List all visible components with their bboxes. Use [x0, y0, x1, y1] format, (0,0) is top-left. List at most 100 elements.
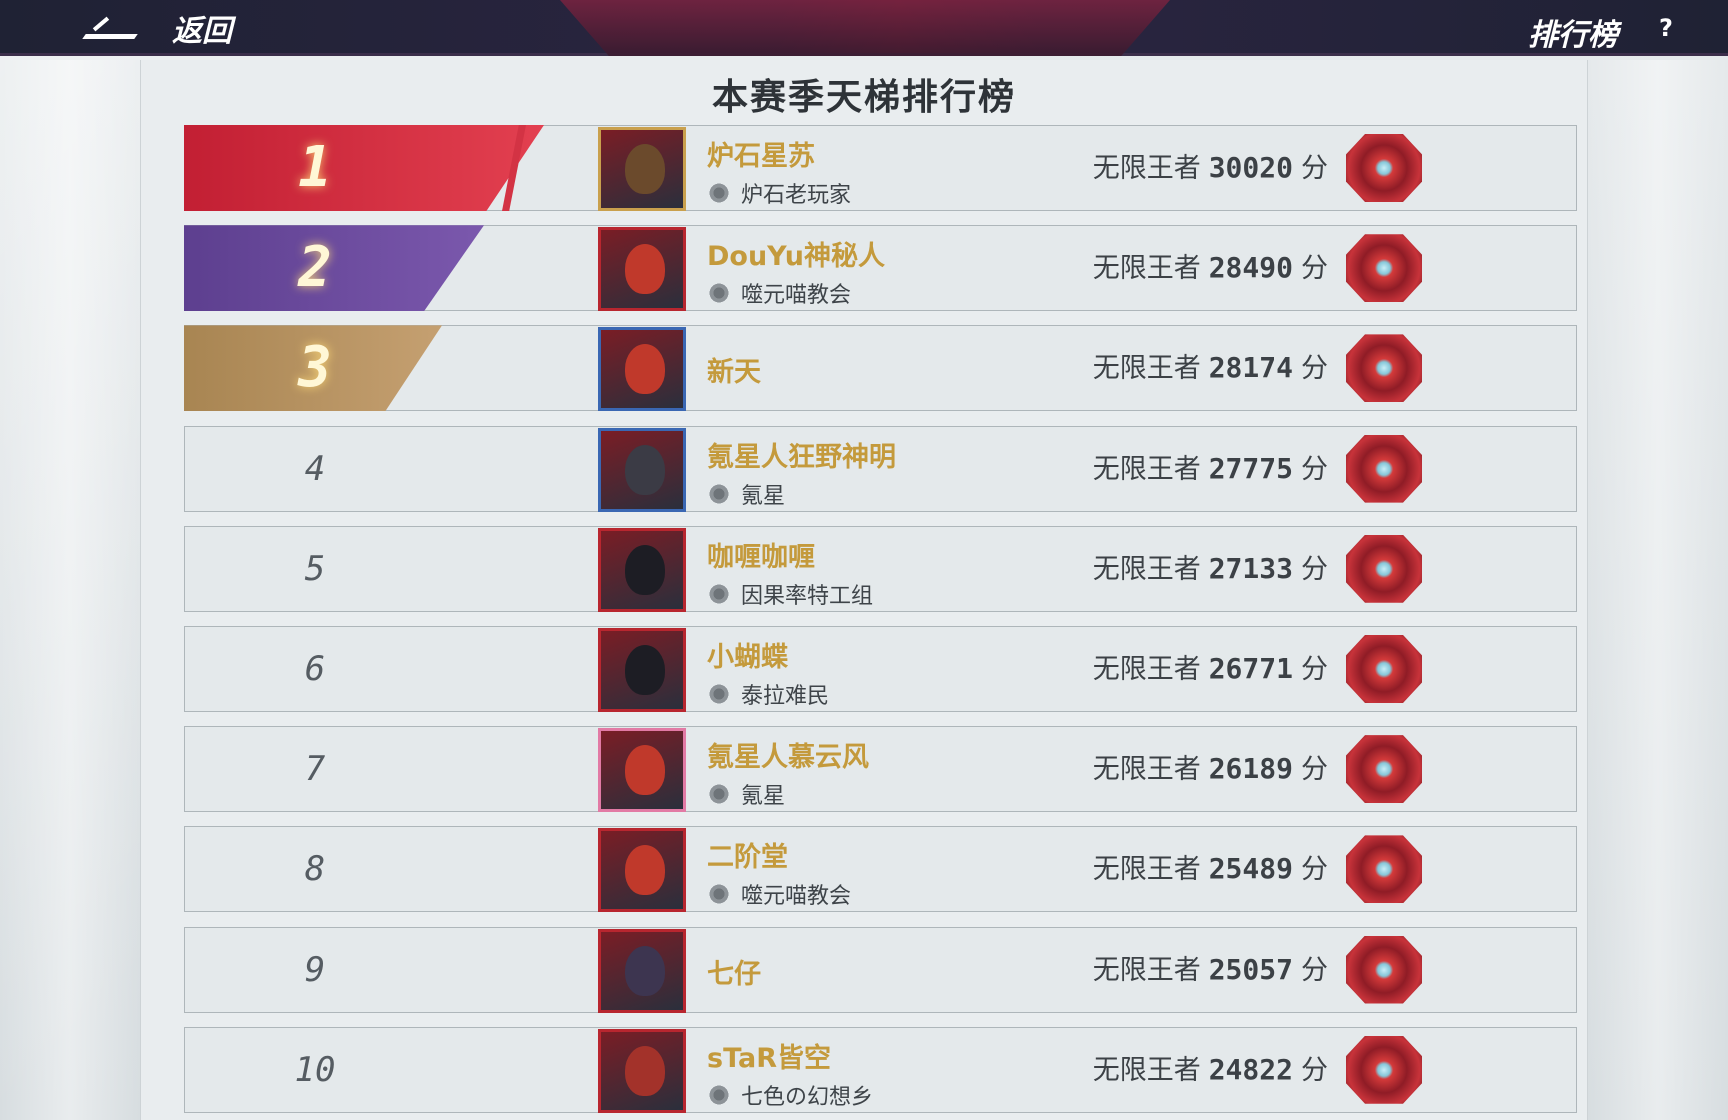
tier-badge-icon — [1346, 134, 1422, 202]
avatar-portrait — [625, 745, 665, 796]
player-avatar[interactable] — [598, 427, 686, 512]
score: 无限王者 27775 分 — [1093, 427, 1328, 511]
top-bar: 返回 排行榜 ? — [0, 0, 1728, 56]
player-name[interactable]: DouYu神秘人 — [707, 234, 885, 273]
player-avatar[interactable] — [598, 327, 686, 412]
tier-badge-icon — [1346, 334, 1422, 403]
rank-number: 1 — [298, 135, 332, 200]
score-value: 28490 — [1208, 251, 1293, 285]
back-label: 返回 — [172, 14, 232, 49]
player-info: 小蝴蝶 泰拉难民 — [707, 635, 829, 710]
leaderboard-list: 1 炉石星苏 炉石老玩家 无限王者 30020 分 2 DouYu神秘人 噬元喵… — [184, 125, 1577, 1120]
background-decoration-right — [1588, 60, 1728, 1120]
tier-label: 无限王者 — [1092, 854, 1201, 886]
avatar-portrait — [625, 444, 665, 495]
guild: 氪星 — [707, 478, 896, 510]
player-avatar[interactable] — [598, 728, 686, 813]
score: 无限王者 28490 分 — [1093, 226, 1328, 310]
leaderboard-row[interactable]: 9 七仔 无限王者 25057 分 — [184, 926, 1577, 1013]
player-name[interactable]: 新天 — [707, 350, 761, 389]
player-avatar[interactable] — [598, 828, 686, 913]
player-avatar[interactable] — [598, 127, 686, 211]
avatar-portrait — [625, 845, 665, 896]
rank-number: 7 — [304, 749, 326, 790]
guild-name: 噬元喵教会 — [741, 283, 852, 309]
player-avatar[interactable] — [598, 627, 686, 712]
guild-name: 因果率特工组 — [741, 583, 874, 609]
avatar-portrait — [625, 945, 665, 996]
leaderboard-row[interactable]: 6 小蝴蝶 泰拉难民 无限王者 26771 分 — [184, 625, 1577, 712]
leaderboard-row[interactable]: 7 氪星人慕云风 氪星 无限王者 26189 分 — [184, 726, 1577, 813]
score-unit: 分 — [1301, 453, 1328, 485]
score-value: 26771 — [1208, 651, 1293, 685]
tier-label: 无限王者 — [1092, 553, 1201, 585]
tier-label: 无限王者 — [1092, 153, 1201, 184]
player-info: 七仔 — [707, 952, 761, 991]
guild-emblem-icon — [707, 784, 731, 805]
back-button[interactable]: 返回 — [78, 8, 232, 49]
guild-emblem-icon — [707, 884, 731, 905]
score: 无限王者 25057 分 — [1093, 928, 1328, 1012]
player-avatar[interactable] — [598, 928, 686, 1013]
guild-name: 泰拉难民 — [741, 683, 830, 709]
score-unit: 分 — [1301, 1054, 1328, 1086]
tier-badge-icon — [1346, 634, 1422, 703]
tier-badge-icon — [1346, 1035, 1422, 1104]
score-unit: 分 — [1301, 553, 1328, 585]
help-icon[interactable]: ? — [1652, 14, 1680, 42]
avatar-portrait — [625, 344, 665, 395]
score: 无限王者 26189 分 — [1093, 727, 1328, 811]
avatar-portrait — [625, 244, 665, 295]
player-name[interactable]: 咖喱咖喱 — [707, 535, 873, 574]
leaderboard-row[interactable]: 8 二阶堂 噬元喵教会 无限王者 25489 分 — [184, 826, 1577, 913]
guild: 因果率特工组 — [707, 578, 873, 610]
score-value: 30020 — [1208, 151, 1293, 184]
score-value: 25489 — [1208, 852, 1293, 886]
player-avatar[interactable] — [598, 227, 686, 312]
leaderboard-row[interactable]: 3 新天 无限王者 28174 分 — [184, 325, 1577, 412]
guild-emblem-icon — [707, 1084, 731, 1105]
score-unit: 分 — [1301, 754, 1328, 786]
leaderboard-title: 本赛季天梯排行榜 — [711, 77, 1016, 118]
score-unit: 分 — [1301, 653, 1328, 685]
player-avatar[interactable] — [598, 527, 686, 612]
player-name[interactable]: sTaR皆空 — [707, 1036, 873, 1075]
rank-number: 8 — [304, 849, 326, 890]
player-name[interactable]: 小蝴蝶 — [707, 635, 829, 674]
guild: 噬元喵教会 — [707, 878, 851, 910]
player-name[interactable]: 氪星人狂野神明 — [707, 435, 896, 474]
rank-number: 2 — [298, 235, 332, 301]
player-name[interactable]: 氪星人慕云风 — [707, 735, 869, 774]
player-name[interactable]: 炉石星苏 — [707, 134, 851, 173]
guild-name: 炉石老玩家 — [741, 183, 852, 208]
tier-label: 无限王者 — [1092, 453, 1201, 485]
score-value: 26189 — [1208, 752, 1293, 786]
score-unit: 分 — [1301, 353, 1328, 385]
guild: 噬元喵教会 — [707, 277, 885, 309]
leaderboard-row[interactable]: 1 炉石星苏 炉石老玩家 无限王者 30020 分 — [184, 125, 1577, 211]
guild: 炉石老玩家 — [707, 177, 851, 209]
top-bar-banner — [560, 0, 1170, 56]
player-info: 咖喱咖喱 因果率特工组 — [707, 535, 873, 610]
score-value: 27775 — [1208, 451, 1293, 485]
tier-label: 无限王者 — [1092, 1054, 1201, 1086]
tier-label: 无限王者 — [1092, 754, 1201, 786]
tier-label: 无限王者 — [1092, 653, 1201, 685]
player-avatar[interactable] — [598, 1028, 686, 1113]
guild: 氪星 — [707, 778, 869, 810]
player-name[interactable]: 二阶堂 — [707, 835, 851, 874]
score-unit: 分 — [1301, 153, 1328, 184]
back-arrow-icon — [78, 8, 138, 48]
player-info: DouYu神秘人 噬元喵教会 — [707, 234, 885, 309]
player-info: 新天 — [707, 350, 761, 389]
guild-name: 七色の幻想乡 — [741, 1084, 874, 1110]
leaderboard-row[interactable]: 5 咖喱咖喱 因果率特工组 无限王者 27133 分 — [184, 525, 1577, 612]
player-name[interactable]: 七仔 — [707, 952, 761, 991]
score: 无限王者 27133 分 — [1093, 527, 1328, 611]
leaderboard-row[interactable]: 4 氪星人狂野神明 氪星 无限王者 27775 分 — [184, 425, 1577, 512]
leaderboard-row[interactable]: 10 sTaR皆空 七色の幻想乡 无限王者 24822 分 — [184, 1026, 1577, 1113]
guild-emblem-icon — [707, 483, 731, 504]
rank-number: 4 — [304, 448, 326, 489]
score: 无限王者 24822 分 — [1093, 1028, 1328, 1112]
leaderboard-row[interactable]: 2 DouYu神秘人 噬元喵教会 无限王者 28490 分 — [184, 225, 1577, 312]
